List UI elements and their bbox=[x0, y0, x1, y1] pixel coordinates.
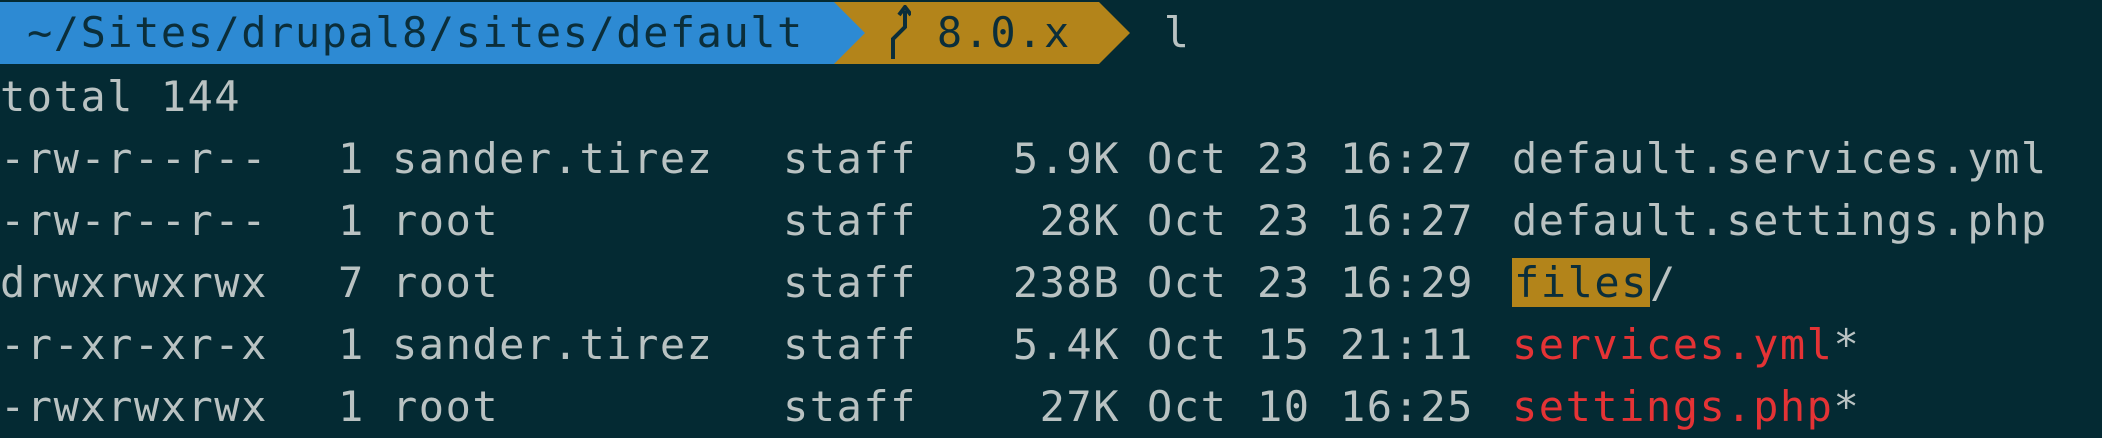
typed-command: l bbox=[1163, 8, 1191, 57]
executable-name: settings.php bbox=[1512, 382, 1834, 431]
file-name: settings.php* bbox=[1512, 376, 1860, 438]
file-name: files/ bbox=[1512, 252, 1677, 314]
file-owner: root bbox=[392, 196, 500, 245]
file-row: drwxrwxrwx 7 root staff 238B Oct 23 16:2… bbox=[0, 252, 2102, 314]
file-links: 7 bbox=[338, 258, 365, 307]
file-permissions: -rw-r--r-- bbox=[0, 134, 268, 183]
file-suffix: * bbox=[1833, 320, 1861, 369]
file-permissions: -rw-r--r-- bbox=[0, 196, 268, 245]
file-links: 1 bbox=[338, 134, 365, 183]
file-month: Oct bbox=[1147, 134, 1228, 183]
file-row: -rw-r--r-- 1 sander.tirez staff 5.9K Oct… bbox=[0, 128, 2102, 190]
listing-total: total 144 bbox=[0, 72, 242, 121]
file-group: staff bbox=[783, 134, 917, 183]
file-name: services.yml* bbox=[1512, 314, 1860, 376]
file-name: default.services.yml bbox=[1512, 128, 2048, 190]
file-links: 1 bbox=[338, 196, 365, 245]
file-name-text: default.settings.php bbox=[1512, 196, 2048, 245]
file-time: 16:25 bbox=[1340, 382, 1474, 431]
file-day: 10 bbox=[1257, 382, 1311, 431]
file-size: 28K bbox=[1039, 196, 1120, 245]
file-name: default.settings.php bbox=[1512, 190, 2048, 252]
file-size: 5.9K bbox=[1012, 134, 1120, 183]
file-owner: root bbox=[392, 382, 500, 431]
file-links: 1 bbox=[338, 320, 365, 369]
file-size: 27K bbox=[1039, 382, 1120, 431]
file-links: 1 bbox=[338, 382, 365, 431]
file-day: 23 bbox=[1257, 258, 1311, 307]
file-day: 23 bbox=[1257, 196, 1311, 245]
file-name-text: default.services.yml bbox=[1512, 134, 2048, 183]
powerline-separator bbox=[833, 2, 865, 64]
file-time: 16:29 bbox=[1340, 258, 1474, 307]
file-permissions: -rwxrwxrwx bbox=[0, 382, 268, 431]
file-month: Oct bbox=[1147, 196, 1228, 245]
file-month: Oct bbox=[1147, 320, 1228, 369]
file-month: Oct bbox=[1147, 382, 1228, 431]
file-owner: sander.tirez bbox=[392, 134, 714, 183]
shell-prompt: ~/Sites/drupal8/sites/default 8.0.x l bbox=[0, 2, 1191, 64]
file-day: 23 bbox=[1257, 134, 1311, 183]
file-group: staff bbox=[783, 382, 917, 431]
file-row: -rw-r--r-- 1 root staff 28K Oct 23 16:27… bbox=[0, 190, 2102, 252]
directory-name: files bbox=[1512, 258, 1650, 307]
file-suffix: / bbox=[1649, 258, 1677, 307]
git-branch-name: 8.0.x bbox=[936, 8, 1071, 57]
file-permissions: drwxrwxrwx bbox=[0, 258, 268, 307]
file-time: 16:27 bbox=[1340, 134, 1474, 183]
file-group: staff bbox=[783, 258, 917, 307]
file-owner: sander.tirez bbox=[392, 320, 714, 369]
git-branch-icon bbox=[890, 5, 911, 59]
powerline-separator-end bbox=[1098, 2, 1130, 64]
file-owner: root bbox=[392, 258, 500, 307]
file-row: -rwxrwxrwx 1 root staff 27K Oct 10 16:25… bbox=[0, 376, 2102, 438]
file-time: 16:27 bbox=[1340, 196, 1474, 245]
file-suffix: * bbox=[1833, 382, 1861, 431]
prompt-path: ~/Sites/drupal8/sites/default bbox=[0, 2, 834, 64]
file-time: 21:11 bbox=[1340, 320, 1474, 369]
file-size: 238B bbox=[1012, 258, 1120, 307]
file-day: 15 bbox=[1257, 320, 1311, 369]
prompt-git-segment: 8.0.x bbox=[864, 2, 1099, 64]
terminal-window[interactable]: ~/Sites/drupal8/sites/default 8.0.x l to… bbox=[0, 0, 2102, 438]
file-size: 5.4K bbox=[1012, 320, 1120, 369]
file-row: -r-xr-xr-x 1 sander.tirez staff 5.4K Oct… bbox=[0, 314, 2102, 376]
file-group: staff bbox=[783, 196, 917, 245]
file-month: Oct bbox=[1147, 258, 1228, 307]
file-group: staff bbox=[783, 320, 917, 369]
file-permissions: -r-xr-xr-x bbox=[0, 320, 268, 369]
executable-name: services.yml bbox=[1512, 320, 1834, 369]
